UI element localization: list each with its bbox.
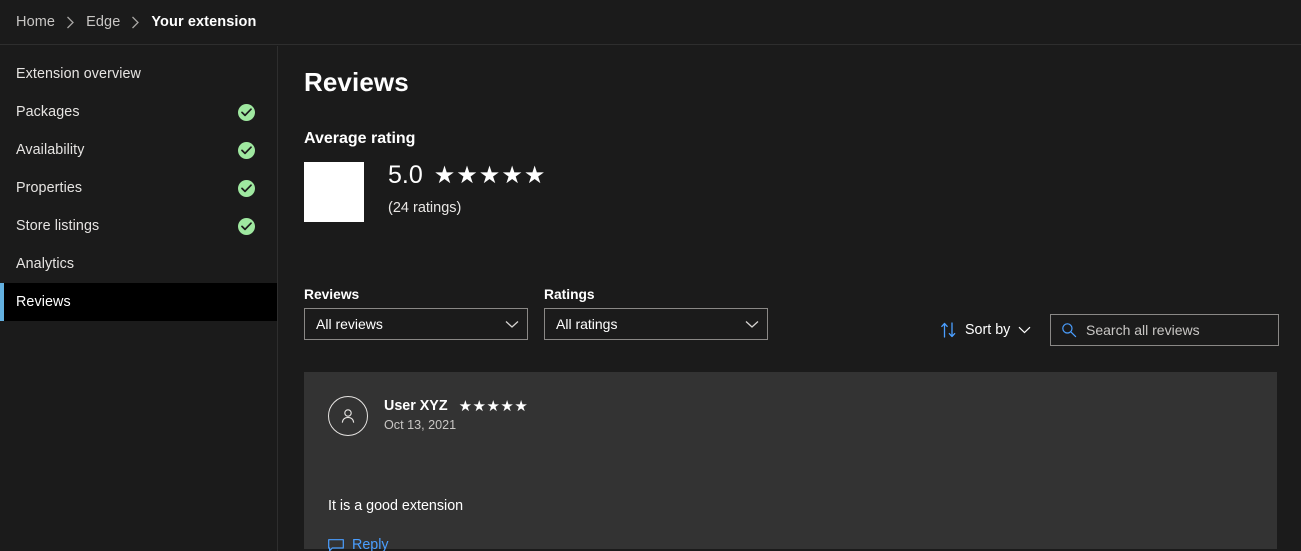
reviews-filter-select[interactable]: All reviews: [304, 308, 528, 340]
comment-icon: [328, 538, 344, 551]
sidebar-item-extension-overview[interactable]: Extension overview: [0, 55, 277, 93]
chevron-right-icon: [131, 16, 140, 29]
review-card: User XYZ ★★★★★ Oct 13, 2021 It is a good…: [304, 372, 1277, 551]
app-root: Home Edge Your extension Extension overv…: [0, 0, 1301, 551]
sidebar-item-packages[interactable]: Packages: [0, 93, 277, 131]
chevron-down-icon: [1018, 326, 1031, 334]
breadcrumb: Home Edge Your extension: [0, 0, 1301, 45]
sidebar-item-properties[interactable]: Properties: [0, 169, 277, 207]
average-rating-stars: ★★★★★: [433, 161, 547, 189]
sort-arrows-icon: [940, 322, 957, 338]
ratings-filter-label: Ratings: [544, 287, 595, 302]
search-icon: [1061, 322, 1077, 338]
review-author-block: User XYZ ★★★★★ Oct 13, 2021: [328, 396, 528, 436]
sidebar: Extension overview Packages Availability…: [0, 46, 278, 551]
ratings-count: (24 ratings): [388, 200, 462, 216]
sidebar-item-label: Store listings: [16, 218, 100, 234]
ratings-filter-value: All ratings: [556, 316, 618, 332]
breadcrumb-item-current: Your extension: [151, 14, 257, 30]
sort-by-label: Sort by: [965, 322, 1011, 338]
sidebar-item-label: Reviews: [16, 294, 71, 310]
reviews-filter: Reviews All reviews: [304, 287, 528, 340]
ratings-filter: Ratings All ratings: [544, 287, 768, 340]
search-all-reviews-field[interactable]: Search all reviews: [1050, 314, 1279, 346]
average-rating-score: 5.0: [388, 161, 423, 189]
review-author-name: User XYZ: [384, 398, 448, 414]
extension-thumbnail: [304, 162, 364, 222]
search-input-placeholder: Search all reviews: [1086, 322, 1200, 338]
reviews-filter-value: All reviews: [316, 316, 383, 332]
sidebar-item-label: Analytics: [16, 256, 75, 272]
chevron-right-icon: [66, 16, 75, 29]
sidebar-item-store-listings[interactable]: Store listings: [0, 207, 277, 245]
sidebar-item-label: Packages: [16, 104, 80, 120]
average-rating-title: Average rating: [304, 130, 416, 147]
reply-button[interactable]: Reply: [328, 537, 389, 551]
sidebar-item-availability[interactable]: Availability: [0, 131, 277, 169]
avatar: [328, 396, 368, 436]
review-text: It is a good extension: [328, 498, 464, 514]
reply-label: Reply: [352, 537, 389, 551]
main-content: Reviews Average rating 5.0 ★★★★★ (24 rat…: [279, 46, 1301, 551]
check-circle-icon: [238, 141, 255, 159]
sidebar-item-label: Properties: [16, 180, 83, 196]
sidebar-item-analytics[interactable]: Analytics: [0, 245, 277, 283]
check-circle-icon: [238, 179, 255, 197]
average-rating-summary: 5.0 ★★★★★ (24 ratings): [304, 162, 546, 222]
review-date: Oct 13, 2021: [384, 418, 457, 432]
breadcrumb-item-home[interactable]: Home: [16, 14, 55, 30]
ratings-filter-select[interactable]: All ratings: [544, 308, 768, 340]
chevron-down-icon: [745, 320, 759, 329]
check-circle-icon: [238, 103, 255, 121]
sort-by-button[interactable]: Sort by: [940, 314, 1031, 346]
breadcrumb-item-edge[interactable]: Edge: [86, 14, 120, 30]
reviews-filter-label: Reviews: [304, 287, 360, 302]
page-title: Reviews: [304, 67, 409, 97]
chevron-down-icon: [505, 320, 519, 329]
sidebar-item-reviews[interactable]: Reviews: [0, 283, 277, 321]
review-stars: ★★★★★: [458, 397, 529, 415]
check-circle-icon: [238, 217, 255, 235]
sidebar-item-label: Extension overview: [16, 66, 141, 82]
sidebar-item-label: Availability: [16, 142, 85, 158]
person-icon: [341, 409, 355, 423]
